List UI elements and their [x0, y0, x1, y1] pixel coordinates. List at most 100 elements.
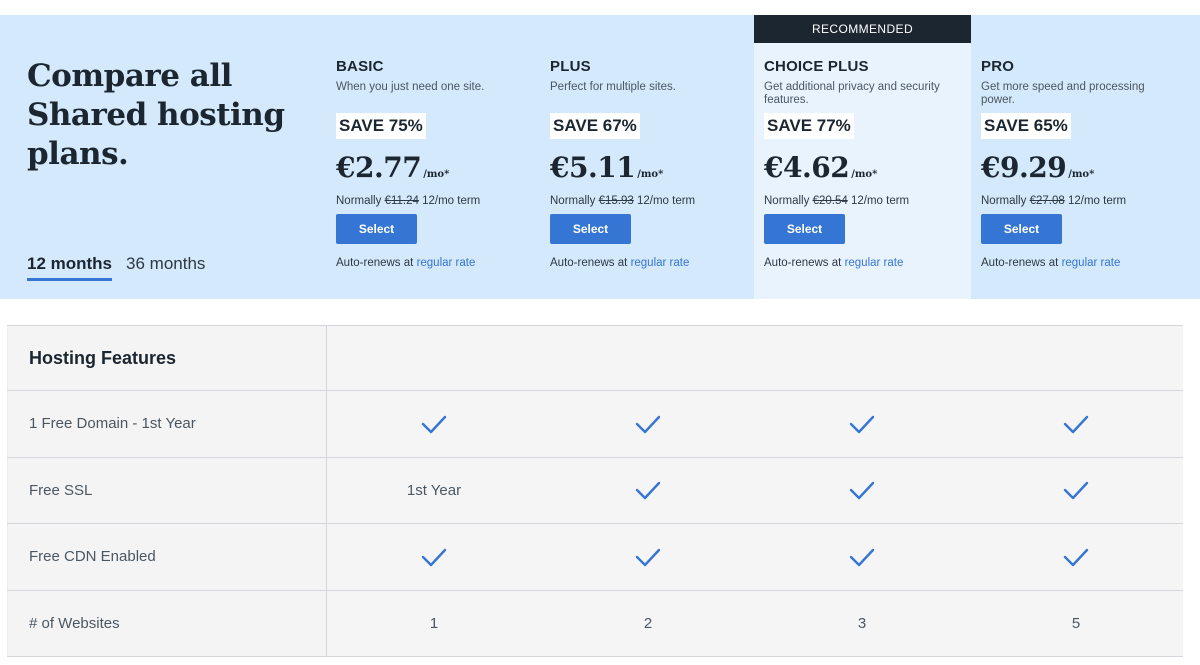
checkmark-icon [420, 546, 448, 568]
checkmark-icon [634, 479, 662, 501]
normally-label: Normally [981, 195, 1027, 207]
normal-price-line: Normally €15.93 12/mo term [550, 195, 754, 207]
plan-price: €9.29 [981, 151, 1067, 184]
checkmark-icon [1062, 479, 1090, 501]
checkmark-icon [755, 524, 969, 590]
checkmark-icon [848, 479, 876, 501]
price-row: €4.62 /mo* [764, 151, 971, 183]
plan-card-plus: PLUS Perfect for multiple sites. SAVE 67… [540, 15, 754, 299]
checkmark-icon [848, 413, 876, 435]
plan-name: PLUS [550, 58, 591, 75]
feature-label: Free CDN Enabled [7, 524, 327, 590]
table-header-row: Hosting Features [7, 325, 1183, 391]
per-month-label: /mo* [1068, 169, 1095, 180]
select-button-choice-plus[interactable]: Select [764, 214, 845, 244]
feature-label: 1 Free Domain - 1st Year [7, 391, 327, 457]
table-row: Free CDN Enabled [7, 524, 1183, 591]
select-button-basic[interactable]: Select [336, 214, 417, 244]
renew-text: Auto-renews at [336, 257, 414, 269]
table-row: # of Websites 1 2 3 5 [7, 590, 1183, 657]
feature-label: Free SSL [7, 457, 327, 523]
normal-price: €11.24 [384, 195, 419, 207]
checkmark-icon [1062, 546, 1090, 568]
table-row: 1 Free Domain - 1st Year [7, 391, 1183, 458]
checkmark-icon [327, 524, 541, 590]
regular-rate-link[interactable]: regular rate [631, 257, 690, 269]
plan-description: Get additional privacy and security feat… [764, 81, 940, 106]
normally-label: Normally [336, 195, 382, 207]
feature-value: 1st Year [406, 481, 462, 499]
tab-12-months[interactable]: 12 months [27, 254, 113, 281]
checkmark-icon [848, 546, 876, 568]
normal-price-line: Normally €11.24 12/mo term [336, 195, 540, 207]
normal-price: €15.93 [598, 195, 634, 207]
plan-card-choice-plus: RECOMMENDED CHOICE PLUS Get additional p… [754, 15, 971, 299]
plan-card-basic: BASIC When you just need one site. SAVE … [326, 15, 540, 299]
plan-name: PRO [981, 58, 1015, 75]
regular-rate-link[interactable]: regular rate [845, 257, 904, 269]
plan-description: When you just need one site. [336, 81, 485, 93]
checkmark-icon [541, 458, 755, 524]
checkmark-icon [969, 458, 1183, 524]
term-label: 12/mo term [422, 195, 481, 207]
save-badge: SAVE 75% [336, 113, 426, 139]
feature-values: 1 2 3 5 [327, 590, 1183, 656]
feature-values: 1st Year [327, 457, 1183, 524]
plans-header: Compare all Shared hosting plans. 12 mon… [0, 15, 1200, 299]
plan-price: €2.77 [336, 151, 422, 184]
checkmark-icon [969, 391, 1183, 457]
checkmark-icon [969, 524, 1183, 590]
checkmark-icon [327, 391, 541, 457]
regular-rate-link[interactable]: regular rate [417, 257, 476, 269]
plan-description: Perfect for multiple sites. [550, 81, 676, 93]
feature-value: 2 [643, 614, 653, 632]
plan-description: Get more speed and processing power. [981, 81, 1145, 106]
checkmark-icon [755, 458, 969, 524]
plan-card-pro: PRO Get more speed and processing power.… [971, 15, 1200, 299]
feature-value: 3 [857, 614, 867, 632]
per-month-label: /mo* [423, 169, 450, 180]
plan-name: BASIC [336, 58, 384, 75]
renew-note: Auto-renews at regular rate [336, 257, 540, 269]
feature-values [327, 391, 1183, 457]
select-button-pro[interactable]: Select [981, 214, 1062, 244]
plan-price: €4.62 [764, 151, 850, 184]
regular-rate-link[interactable]: regular rate [1062, 257, 1121, 269]
renew-text: Auto-renews at [764, 257, 842, 269]
renew-text: Auto-renews at [550, 257, 628, 269]
checkmark-icon [541, 524, 755, 590]
normal-price: €27.08 [1029, 195, 1065, 207]
per-month-label: /mo* [637, 169, 664, 180]
term-label: 12/mo term [636, 195, 696, 207]
checkmark-icon [541, 391, 755, 457]
checkmark-icon [634, 413, 662, 435]
checkmark-icon [420, 413, 448, 435]
renew-note: Auto-renews at regular rate [550, 257, 754, 269]
save-badge: SAVE 77% [764, 113, 854, 139]
checkmark-icon [1062, 413, 1090, 435]
normal-price-line: Normally €20.54 12/mo term [764, 195, 971, 207]
plan-name: CHOICE PLUS [764, 58, 869, 75]
features-heading: Hosting Features [7, 326, 327, 390]
table-row: Free SSL 1st Year [7, 457, 1183, 524]
term-label: 12/mo term [850, 195, 910, 207]
tab-36-months[interactable]: 36 months [126, 254, 205, 281]
checkmark-icon [755, 391, 969, 457]
renew-note: Auto-renews at regular rate [981, 257, 1200, 269]
price-row: €9.29 /mo* [981, 151, 1200, 183]
renew-text: Auto-renews at [981, 257, 1059, 269]
normally-label: Normally [764, 195, 810, 207]
select-button-plus[interactable]: Select [550, 214, 631, 244]
price-row: €5.11 /mo* [550, 151, 754, 183]
normally-label: Normally [550, 195, 596, 207]
save-badge: SAVE 65% [981, 113, 1071, 139]
normal-price-line: Normally €27.08 12/mo term [981, 195, 1200, 207]
per-month-label: /mo* [851, 169, 878, 180]
plan-price: €5.11 [550, 151, 636, 184]
page-title: Compare all Shared hosting plans. [27, 58, 285, 172]
feature-value: 5 [1071, 614, 1081, 632]
save-badge: SAVE 67% [550, 113, 640, 139]
price-row: €2.77 /mo* [336, 151, 540, 183]
normal-price: €20.54 [812, 195, 848, 207]
features-table: Hosting Features 1 Free Domain - 1st Yea… [7, 325, 1183, 657]
